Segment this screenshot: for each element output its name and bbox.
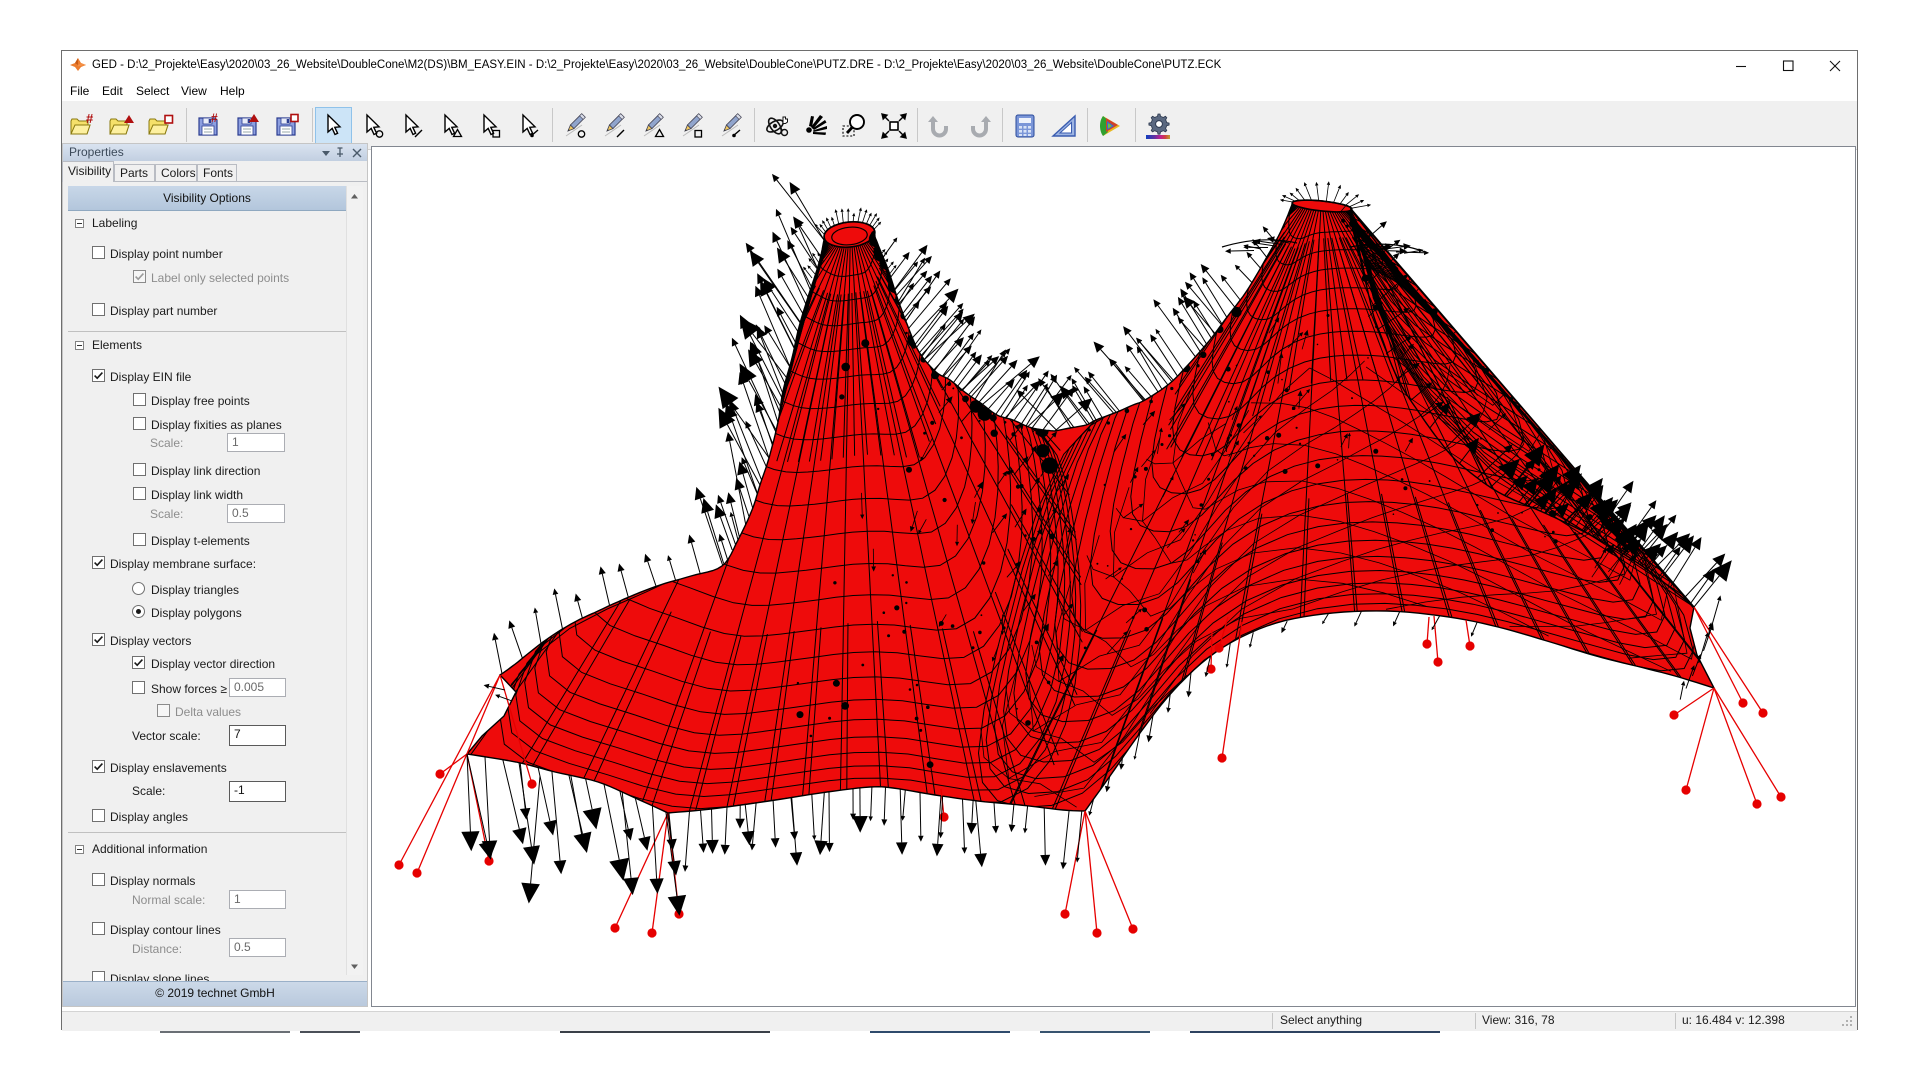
svg-text:#: # [86,113,94,126]
svg-text:#: # [211,113,218,125]
